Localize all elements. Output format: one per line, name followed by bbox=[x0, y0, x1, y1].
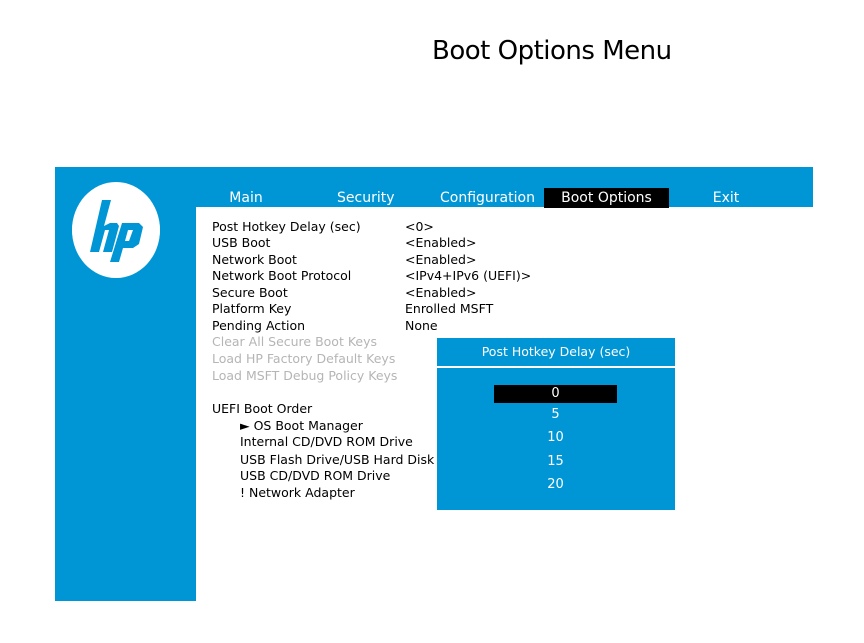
setting-platform-key: Platform Key bbox=[212, 301, 292, 316]
tab-main[interactable]: Main bbox=[220, 188, 272, 208]
tab-boot-options[interactable]: Boot Options bbox=[544, 188, 669, 208]
popup-title: Post Hotkey Delay (sec) bbox=[437, 338, 675, 368]
setting-usb-boot[interactable]: USB Boot bbox=[212, 235, 270, 251]
setting-network-boot[interactable]: Network Boot bbox=[212, 252, 297, 268]
setting-secure-boot[interactable]: Secure Boot bbox=[212, 285, 288, 301]
value-platform-key: Enrolled MSFT bbox=[405, 301, 494, 316]
tab-exit[interactable]: Exit bbox=[705, 188, 747, 208]
value-usb-boot[interactable]: <Enabled> bbox=[405, 235, 476, 251]
tab-configuration[interactable]: Configuration bbox=[440, 188, 535, 208]
setting-pending-action: Pending Action bbox=[212, 318, 306, 333]
setting-clear-secure-boot-keys: Clear All Secure Boot Keys bbox=[212, 334, 378, 349]
hp-logo-icon bbox=[72, 182, 160, 278]
boot-order-item[interactable]: USB Flash Drive/USB Hard Disk bbox=[240, 452, 434, 468]
value-secure-boot[interactable]: <Enabled> bbox=[405, 285, 476, 301]
popup-option[interactable]: 20 bbox=[494, 476, 617, 494]
value-network-boot-protocol[interactable]: <IPv4+IPv6 (UEFI)> bbox=[405, 268, 531, 284]
value-post-hotkey-delay[interactable]: <0> bbox=[405, 219, 434, 235]
popup-option[interactable]: 10 bbox=[494, 429, 617, 447]
value-network-boot[interactable]: <Enabled> bbox=[405, 252, 476, 268]
boot-order-heading: UEFI Boot Order bbox=[212, 401, 313, 416]
boot-order-item[interactable]: USB CD/DVD ROM Drive bbox=[240, 468, 390, 484]
popup-option-selected[interactable]: 0 bbox=[494, 385, 617, 403]
value-pending-action: None bbox=[405, 318, 438, 333]
tab-security[interactable]: Security bbox=[337, 188, 395, 208]
popup-option[interactable]: 5 bbox=[494, 406, 617, 424]
boot-order-item[interactable]: ! Network Adapter bbox=[240, 485, 355, 501]
popup-option[interactable]: 15 bbox=[494, 453, 617, 471]
setting-load-msft-debug-keys: Load MSFT Debug Policy Keys bbox=[212, 368, 398, 383]
hotkey-delay-popup: Post Hotkey Delay (sec) 0 5 10 15 20 bbox=[437, 338, 675, 510]
boot-order-item[interactable]: ► OS Boot Manager bbox=[240, 418, 363, 434]
setting-load-hp-factory-keys: Load HP Factory Default Keys bbox=[212, 351, 396, 366]
setting-network-boot-protocol[interactable]: Network Boot Protocol bbox=[212, 268, 351, 284]
page-title: Boot Options Menu bbox=[432, 36, 672, 66]
bios-frame: Main Security Configuration Boot Options… bbox=[55, 167, 813, 601]
boot-order-item[interactable]: Internal CD/DVD ROM Drive bbox=[240, 434, 413, 450]
setting-post-hotkey-delay[interactable]: Post Hotkey Delay (sec) bbox=[212, 219, 361, 235]
